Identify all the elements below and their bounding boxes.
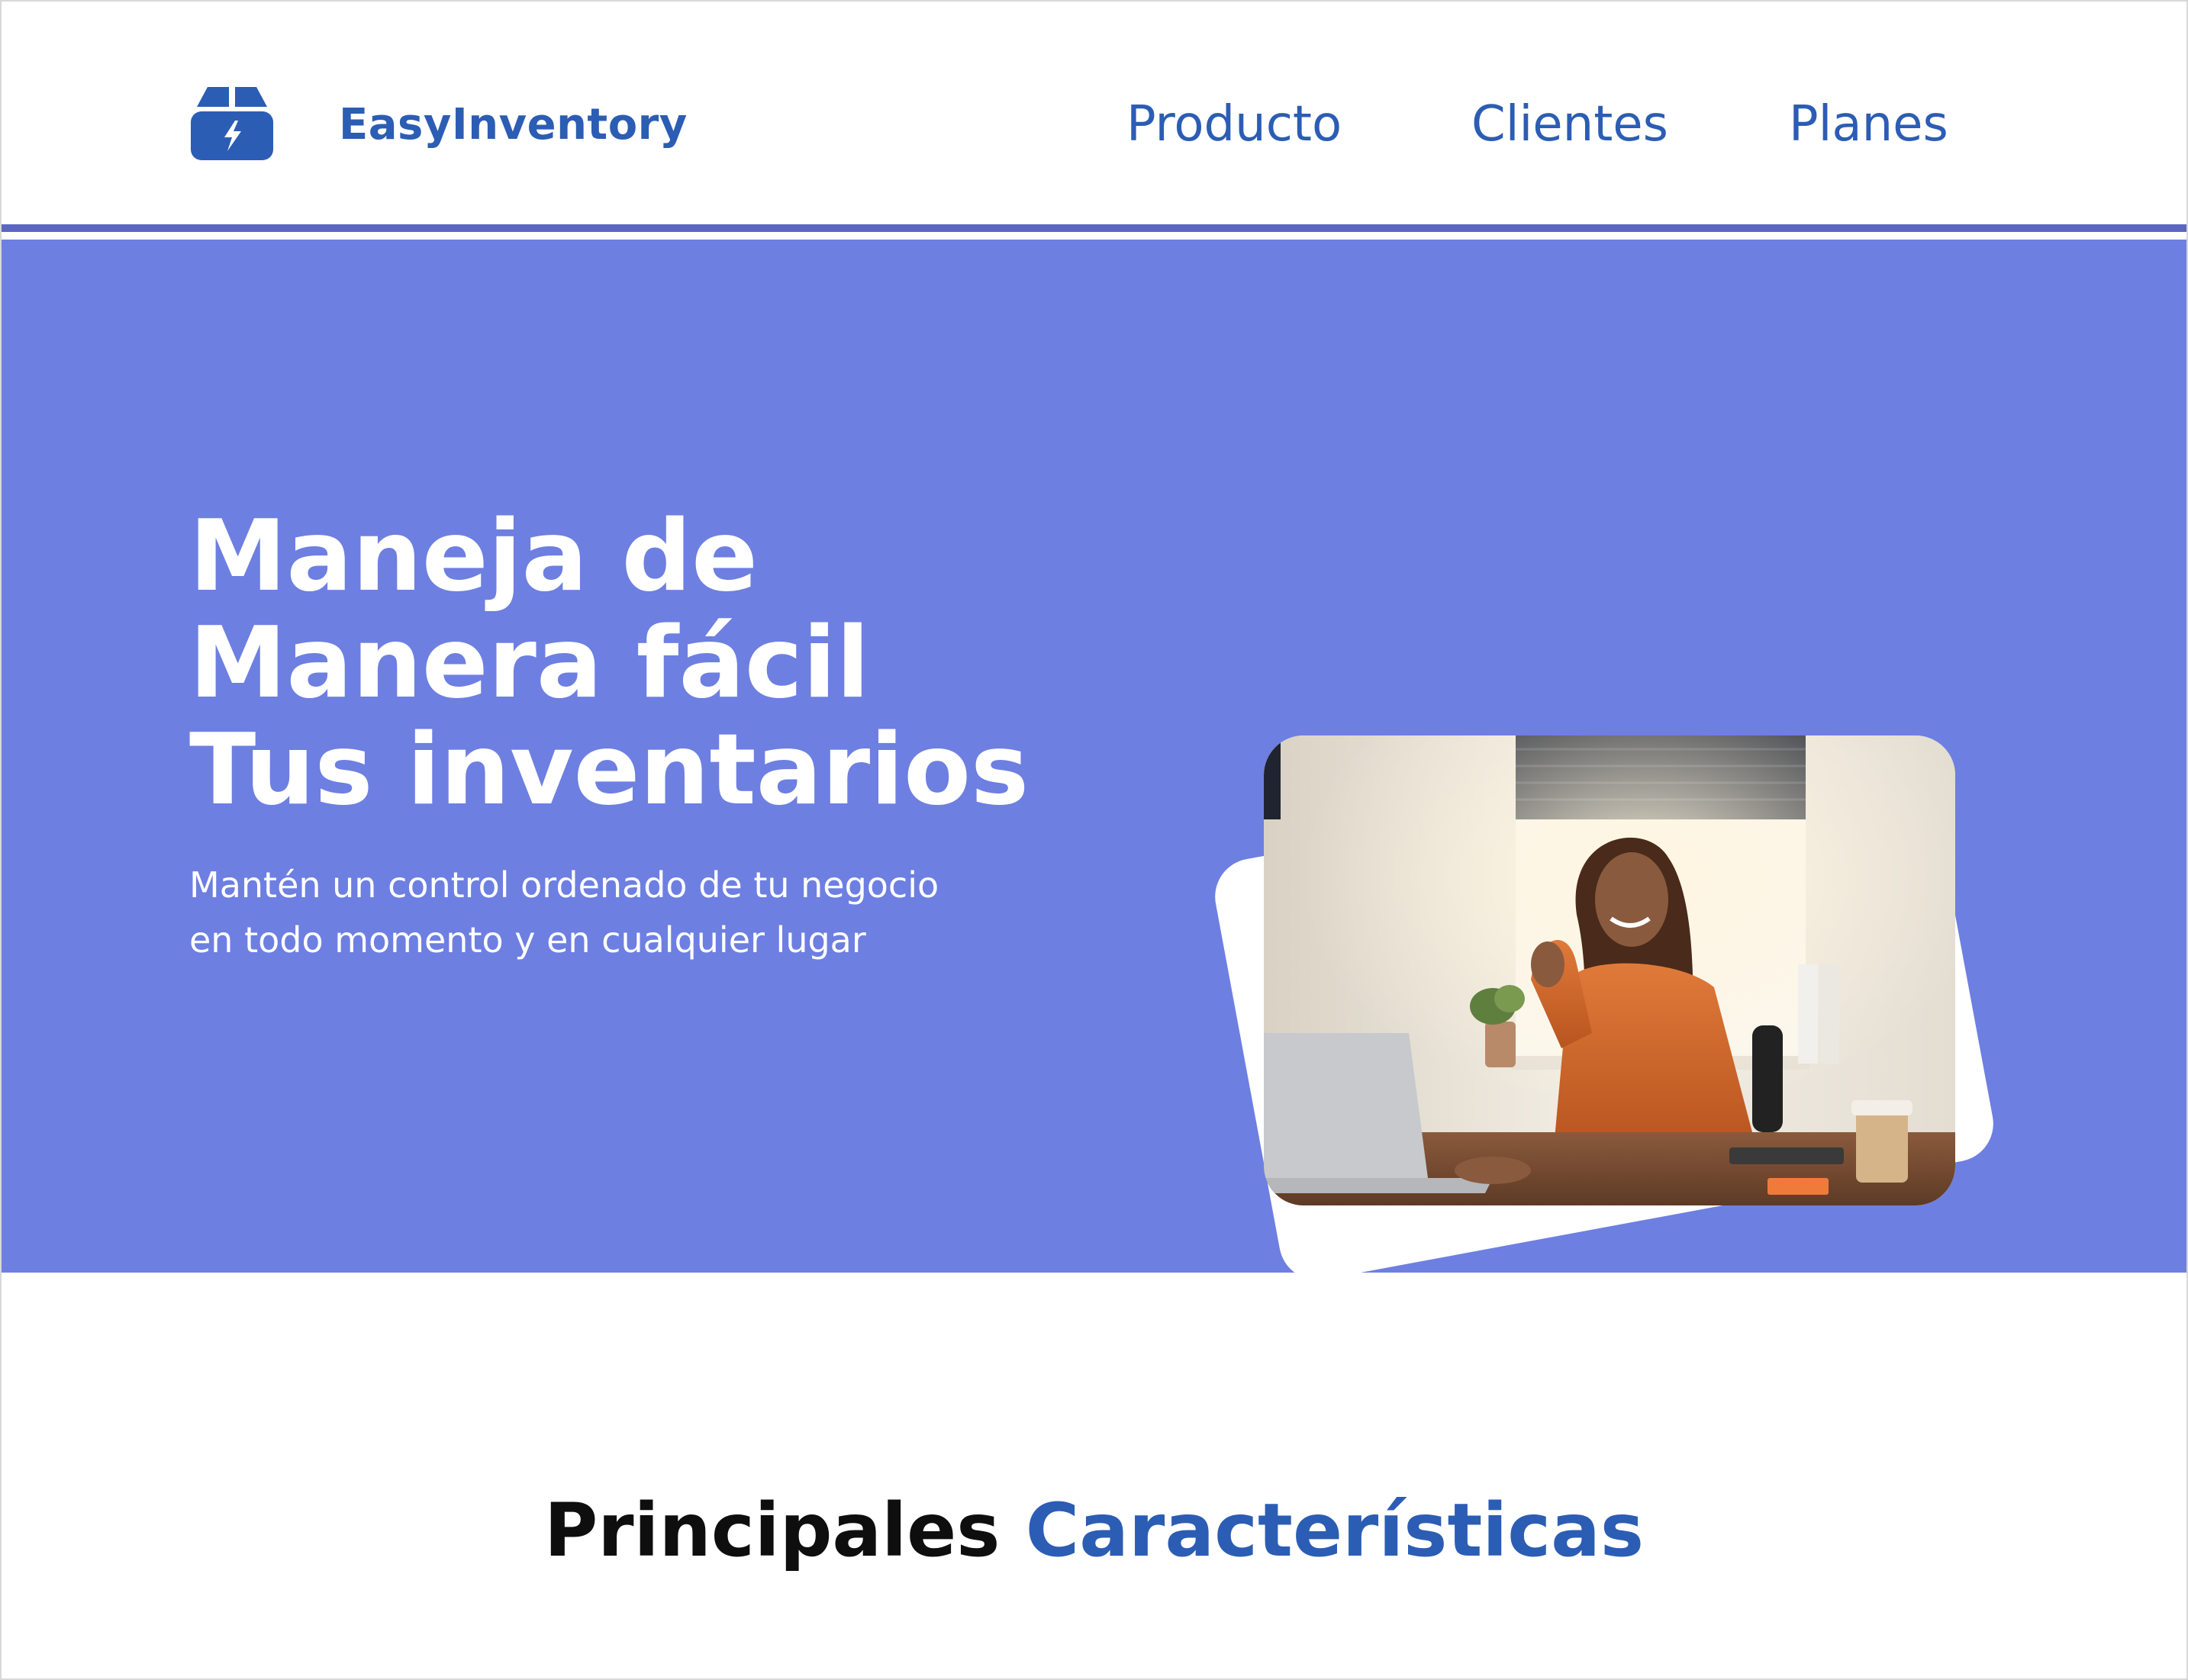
hero-title-line-3: Tus inventarios	[189, 713, 1030, 827]
hero-subtitle-line-1: Mantén un control ordenado de tu negocio	[189, 864, 939, 906]
nav-clientes[interactable]: Clientes	[1471, 92, 1668, 157]
hero-title-line-1: Maneja de	[189, 500, 758, 613]
hero-photo	[1264, 735, 1955, 1205]
hero-subtitle-line-2: en todo momento y en cualquier lugar	[189, 919, 866, 961]
hero-section: Maneja de Manera fácil Tus inventarios M…	[2, 240, 2186, 1286]
hero-title-line-2: Manera fácil	[189, 607, 870, 720]
features-title-part-1: Principales	[543, 1488, 1001, 1573]
hero-title: Maneja de Manera fácil Tus inventarios	[189, 504, 1105, 824]
landing-page: EasyInventory Producto Clientes Planes M…	[0, 0, 2188, 1680]
nav-producto[interactable]: Producto	[1126, 92, 1342, 157]
box-bolt-icon[interactable]	[189, 84, 275, 162]
features-title-part-2: Características	[1025, 1488, 1645, 1573]
nav-planes[interactable]: Planes	[1789, 92, 1948, 157]
site-header: EasyInventory Producto Clientes Planes	[2, 2, 2186, 232]
hero-subtitle: Mantén un control ordenado de tu negocio…	[189, 858, 1258, 967]
brand-name[interactable]: EasyInventory	[339, 96, 688, 154]
features-title: Principales Características	[2, 1488, 2186, 1573]
